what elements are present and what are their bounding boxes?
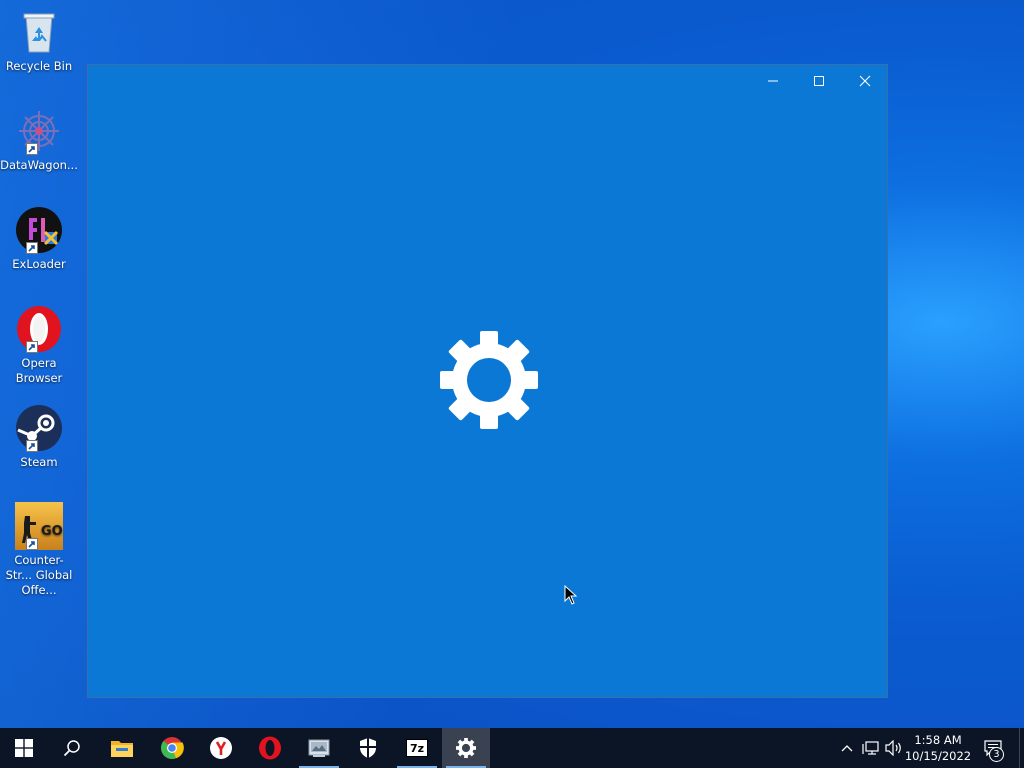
- search-button[interactable]: [48, 728, 96, 768]
- desktop-icon-recycle-bin[interactable]: Recycle Bin: [2, 8, 76, 74]
- folder-icon: [111, 741, 133, 757]
- network-button[interactable]: [860, 728, 882, 768]
- clock-time: 1:58 AM: [914, 733, 962, 747]
- desktop-icon-label: Recycle Bin: [5, 59, 73, 73]
- shortcut-arrow-icon: [26, 538, 38, 550]
- 7zip-icon: 7z: [406, 739, 428, 757]
- desktop-icon-label: DataWagon...: [0, 158, 78, 172]
- windows-logo-icon: [15, 739, 33, 757]
- volume-icon: [885, 740, 901, 756]
- taskbar-file-explorer[interactable]: [98, 728, 146, 768]
- shortcut-arrow-icon: [26, 341, 38, 353]
- desktop-icon-label: ExLoader: [12, 257, 66, 271]
- chrome-icon: [161, 737, 184, 760]
- shortcut-arrow-icon: [26, 440, 38, 452]
- search-icon: [63, 740, 80, 757]
- datawagon-icon: [15, 107, 63, 155]
- datawagon-icon: [308, 739, 330, 757]
- minimize-icon: [768, 80, 778, 82]
- desktop-icon-exloader[interactable]: ExLoader: [2, 206, 76, 272]
- desktop-icon-label: Steam: [20, 455, 58, 469]
- exloader-icon: [15, 206, 63, 254]
- taskbar: 7z 1:58 AM 10/15/2022: [0, 728, 1024, 768]
- shortcut-arrow-icon: [26, 242, 38, 254]
- close-button[interactable]: [842, 65, 888, 97]
- minimize-button[interactable]: [750, 65, 796, 97]
- maximize-button[interactable]: [796, 65, 842, 97]
- chevron-up-icon: [841, 745, 853, 752]
- opera-icon: [15, 305, 63, 353]
- taskbar-clock[interactable]: 1:58 AM 10/15/2022: [902, 728, 974, 768]
- mouse-cursor: [564, 585, 578, 605]
- maximize-icon: [814, 76, 824, 86]
- taskbar-datawagon[interactable]: [295, 728, 343, 768]
- desktop-icon-datawagon[interactable]: DataWagon...: [0, 107, 78, 173]
- desktop-icon-steam[interactable]: Steam: [2, 404, 76, 470]
- yandex-icon: [210, 737, 232, 759]
- gear-icon: [456, 738, 476, 758]
- taskbar-opera[interactable]: [246, 728, 294, 768]
- svg-text:GO: GO: [41, 524, 63, 539]
- shield-icon: [360, 738, 376, 758]
- settings-window[interactable]: [87, 64, 888, 698]
- notification-count-badge: 3: [989, 747, 1004, 762]
- network-icon: [862, 741, 879, 755]
- show-desktop-button[interactable]: [1019, 728, 1024, 768]
- clock-date: 10/15/2022: [904, 749, 972, 763]
- show-hidden-icons-button[interactable]: [836, 728, 858, 768]
- 7zip-label: 7z: [409, 741, 425, 755]
- opera-icon: [259, 736, 281, 760]
- gear-icon: [440, 331, 538, 429]
- taskbar-yandex[interactable]: [197, 728, 245, 768]
- desktop-icon-label: Opera Browser: [15, 356, 63, 385]
- steam-icon: [15, 404, 63, 452]
- close-icon: [859, 75, 871, 87]
- recycle-bin-icon: [15, 8, 63, 56]
- desktop-icon-csgo[interactable]: GO Counter-Str... Global Offe...: [2, 502, 76, 598]
- taskbar-settings[interactable]: [442, 728, 490, 768]
- taskbar-7zip[interactable]: 7z: [393, 728, 441, 768]
- start-button[interactable]: [0, 728, 48, 768]
- desktop-icon-label: Counter-Str... Global Offe...: [5, 553, 73, 597]
- taskbar-windows-security[interactable]: [344, 728, 392, 768]
- desktop-icon-opera[interactable]: Opera Browser: [2, 305, 76, 386]
- shortcut-arrow-icon: [26, 143, 38, 155]
- csgo-icon: GO: [15, 502, 63, 550]
- taskbar-chrome[interactable]: [148, 728, 196, 768]
